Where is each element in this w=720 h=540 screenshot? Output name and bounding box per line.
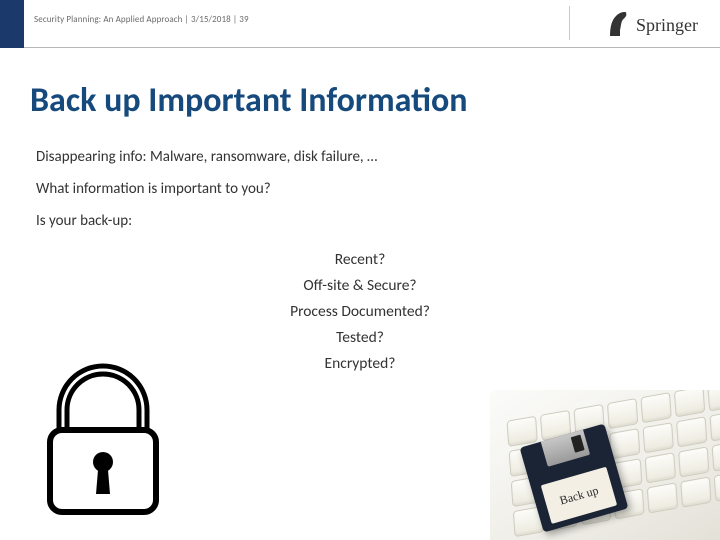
question-documented: Process Documented?	[0, 300, 720, 324]
question-recent: Recent?	[0, 248, 720, 272]
body-line-important: What information is important to you?	[36, 180, 684, 198]
header-meta-text: Security Planning: An Applied Approach |…	[34, 14, 249, 25]
slide-header: Security Planning: An Applied Approach |…	[0, 0, 720, 48]
padlock-icon	[38, 352, 168, 522]
slide-title: Back up Important Information	[30, 80, 468, 121]
slide-body: Disappearing info: Malware, ransomware, …	[36, 148, 684, 244]
question-offsite: Off-site & Secure?	[0, 274, 720, 298]
header-divider	[569, 6, 570, 40]
body-line-backup-intro: Is your back-up:	[36, 212, 684, 230]
slide: Security Planning: An Applied Approach |…	[0, 0, 720, 540]
header-accent-bar	[0, 0, 24, 48]
keyboard-backup-image: Back up	[490, 390, 720, 540]
springer-horse-icon	[606, 8, 630, 43]
question-tested: Tested?	[0, 326, 720, 350]
publisher-brand-text: Springer	[636, 15, 698, 36]
body-line-disappearing: Disappearing info: Malware, ransomware, …	[36, 148, 684, 166]
publisher-logo: Springer	[606, 8, 698, 43]
